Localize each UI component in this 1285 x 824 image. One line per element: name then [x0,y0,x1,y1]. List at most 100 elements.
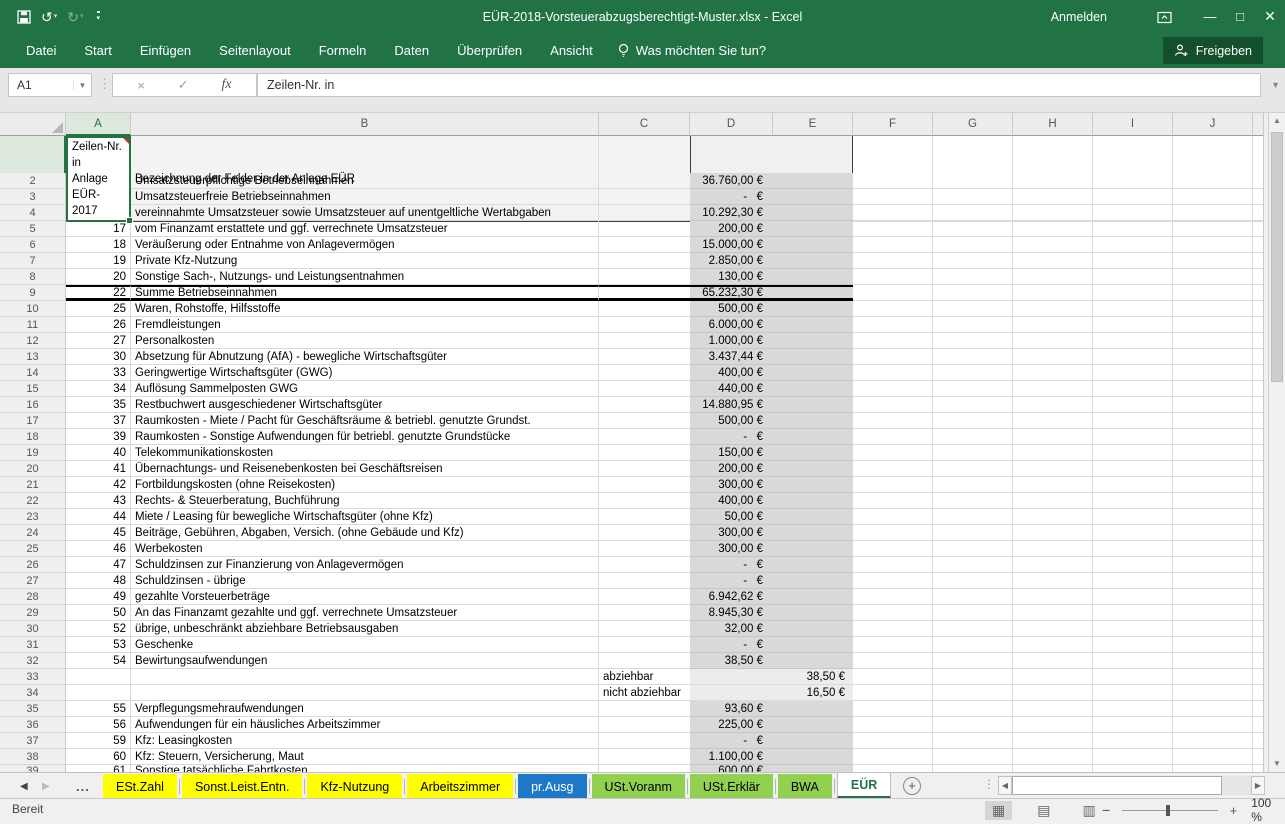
cell-D23[interactable]: 50,00 € [690,509,773,525]
cell-E38[interactable] [773,749,853,765]
cell-J33[interactable] [1173,669,1253,685]
cell-D20[interactable]: 200,00 € [690,461,773,477]
cell-F38[interactable] [853,749,933,765]
row-header-6[interactable]: 6 [0,237,66,253]
cell-G15[interactable] [933,381,1013,397]
cell-E29[interactable] [773,605,853,621]
cell-E32[interactable] [773,653,853,669]
cell-D37[interactable]: - € [690,733,773,749]
cell-I7[interactable] [1093,253,1173,269]
cell-E25[interactable] [773,541,853,557]
cell-C29[interactable] [599,605,690,621]
row-header-3[interactable]: 3 [0,189,66,205]
cell-H19[interactable] [1013,445,1093,461]
cell-D33[interactable] [690,669,773,685]
cell-B7[interactable]: Private Kfz-Nutzung [131,253,599,269]
cell-J7[interactable] [1173,253,1253,269]
cell-A16[interactable]: 35 [66,397,131,413]
ribbon-display-options-icon[interactable] [1149,0,1179,33]
cell-G29[interactable] [933,605,1013,621]
undo-button[interactable]: ↺▾ [38,8,60,26]
cell-C9[interactable] [599,285,690,301]
cell-F25[interactable] [853,541,933,557]
cell-F17[interactable] [853,413,933,429]
cell-D30[interactable]: 32,00 € [690,621,773,637]
cell-B15[interactable]: Auflösung Sammelposten GWG [131,381,599,397]
cell-C26[interactable] [599,557,690,573]
cell-I6[interactable] [1093,237,1173,253]
cell-H7[interactable] [1013,253,1093,269]
cell-H33[interactable] [1013,669,1093,685]
cell-I11[interactable] [1093,317,1173,333]
cell-B8[interactable]: Sonstige Sach-, Nutzungs- und Leistungse… [131,269,599,285]
cell-C39[interactable] [599,765,690,772]
cell-I5[interactable] [1093,221,1173,237]
cell-F16[interactable] [853,397,933,413]
cell-H37[interactable] [1013,733,1093,749]
cell-J31[interactable] [1173,637,1253,653]
cell-F32[interactable] [853,653,933,669]
zoom-slider-handle[interactable] [1166,805,1170,816]
cell-F22[interactable] [853,493,933,509]
cell-B18[interactable]: Raumkosten - Sonstige Aufwendungen für b… [131,429,599,445]
expand-formula-bar-icon[interactable]: ▼ [1271,80,1280,90]
cell-E10[interactable] [773,301,853,317]
cell-A10[interactable]: 25 [66,301,131,317]
cell-B3[interactable]: Umsatzsteuerfreie Betriebseinnahmen [131,189,599,205]
column-header-J[interactable]: J [1173,113,1253,136]
cell-H24[interactable] [1013,525,1093,541]
share-button[interactable]: Freigeben [1163,37,1263,64]
cell-D26[interactable]: - € [690,557,773,573]
column-header-D[interactable]: D [690,113,773,136]
cell-D4[interactable]: 10.292,30 € [690,205,773,221]
cell-B13[interactable]: Absetzung für Abnutzung (AfA) - beweglic… [131,349,599,365]
cell-F19[interactable] [853,445,933,461]
cell-H31[interactable] [1013,637,1093,653]
cell-F23[interactable] [853,509,933,525]
cell-I23[interactable] [1093,509,1173,525]
cell-C4[interactable] [599,205,690,221]
cell-J12[interactable] [1173,333,1253,349]
tell-me-box[interactable]: Was möchten Sie tun? [617,43,766,58]
cell-D18[interactable]: - € [690,429,773,445]
cell-B33[interactable] [131,669,599,685]
cell-A28[interactable]: 49 [66,589,131,605]
selected-cell-A1[interactable]: Zeilen-Nr. in Anlage EÜR-2017 [66,136,131,222]
cell-J39[interactable] [1173,765,1253,772]
cell-B21[interactable]: Fortbildungskosten (ohne Reisekosten) [131,477,599,493]
cell-B35[interactable]: Verpflegungsmehraufwendungen [131,701,599,717]
cell-J18[interactable] [1173,429,1253,445]
cell-B5[interactable]: vom Finanzamt erstattete und ggf. verrec… [131,221,599,237]
cell-I31[interactable] [1093,637,1173,653]
sheet-tab-eür[interactable]: EÜR [837,773,891,799]
cell-E33[interactable]: 38,50 € [773,669,853,685]
cell-D36[interactable]: 225,00 € [690,717,773,733]
horizontal-scrollbar[interactable]: ◀ ▶ [998,776,1265,795]
row-header-22[interactable]: 22 [0,493,66,509]
column-header-E[interactable]: E [773,113,853,136]
cell-H8[interactable] [1013,269,1093,285]
cell-J27[interactable] [1173,573,1253,589]
cell-E24[interactable] [773,525,853,541]
redo-button[interactable]: ↻▾ [64,8,86,26]
cell-J2[interactable] [1173,173,1253,189]
cell-J4[interactable] [1173,205,1253,221]
select-all-corner[interactable] [0,113,66,136]
cell-F36[interactable] [853,717,933,733]
cell-C10[interactable] [599,301,690,317]
cell-E31[interactable] [773,637,853,653]
cell-I33[interactable] [1093,669,1173,685]
cell-J10[interactable] [1173,301,1253,317]
cell-J13[interactable] [1173,349,1253,365]
cell-B10[interactable]: Waren, Rohstoffe, Hilfsstoffe [131,301,599,317]
sheet-tab-ust.erklär[interactable]: USt.Erklär [690,774,773,799]
cell-I39[interactable] [1093,765,1173,772]
row-header-33[interactable]: 33 [0,669,66,685]
cell-C12[interactable] [599,333,690,349]
redo-dropdown-icon[interactable]: ▾ [80,13,84,20]
cell-E28[interactable] [773,589,853,605]
cell-C30[interactable] [599,621,690,637]
cell-C16[interactable] [599,397,690,413]
cell-B11[interactable]: Fremdleistungen [131,317,599,333]
cell-G34[interactable] [933,685,1013,701]
